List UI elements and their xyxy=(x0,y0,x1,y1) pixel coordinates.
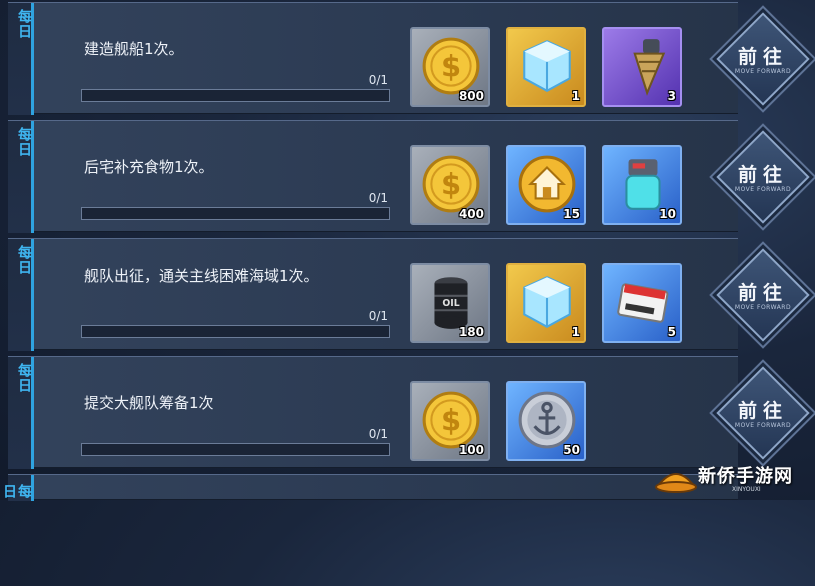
progress-bar xyxy=(81,207,390,220)
reward-item[interactable]: 50 xyxy=(506,381,586,461)
reward-item[interactable]: $ 400 xyxy=(410,145,490,225)
go-button[interactable]: 前往 MOVE FORWARD xyxy=(706,240,814,348)
daily-tag: 每日 xyxy=(8,357,34,469)
watermark-logo: 新侨手游网 XINYOUXI xyxy=(652,460,815,500)
home-icon xyxy=(518,155,576,213)
anchor-medal-icon xyxy=(518,391,576,449)
reward-item[interactable]: 15 xyxy=(506,145,586,225)
task-card: 每日 xyxy=(1,474,738,501)
reward-item[interactable]: 1 xyxy=(506,263,586,343)
reward-item[interactable]: $ 100 xyxy=(410,381,490,461)
hat-icon xyxy=(655,473,697,493)
go-button[interactable]: 前往 MOVE FORWARD xyxy=(706,4,814,112)
watermark-text: 新侨手游网 xyxy=(698,466,793,487)
reward-quantity: 180 xyxy=(458,325,484,339)
task-row: 每日 建造舰船1次。 0/1 $ 800 1 3 前往 MOVE FORWARD xyxy=(0,2,815,115)
progress-bar xyxy=(81,89,390,102)
reward-quantity: 3 xyxy=(667,89,676,103)
gold-coin-icon: $ xyxy=(422,37,480,95)
ice-cube-icon xyxy=(523,276,571,328)
watermark-subtext: XINYOUXI xyxy=(732,486,761,493)
reward-item[interactable]: OIL 180 xyxy=(410,263,490,343)
daily-tag: 每日 xyxy=(8,239,34,351)
go-button[interactable]: 前往 MOVE FORWARD xyxy=(706,358,814,466)
daily-tag-label: 每日 xyxy=(16,363,32,393)
svg-text:$: $ xyxy=(441,403,461,437)
reward-item[interactable]: 3 xyxy=(602,27,682,107)
reward-quantity: 15 xyxy=(563,207,580,221)
svg-text:OIL: OIL xyxy=(442,298,459,309)
reward-quantity: 5 xyxy=(667,325,676,339)
reward-quantity: 10 xyxy=(659,207,676,221)
go-button-label: 前往 xyxy=(737,46,788,68)
reward-quantity: 400 xyxy=(458,207,484,221)
daily-tag-label: 每日 xyxy=(16,9,32,39)
progress-count: 0/1 xyxy=(368,309,388,323)
task-card: 每日 提交大舰队筹备1次 0/1 xyxy=(8,356,738,469)
task-description: 舰队出征，通关主线困难海域1次。 xyxy=(84,267,319,285)
go-button-label: 前往 xyxy=(737,164,788,186)
progress-bar xyxy=(81,325,390,338)
daily-tag-label: 每日 xyxy=(1,483,32,499)
task-description: 提交大舰队筹备1次 xyxy=(84,394,214,412)
task-row: 每日 后宅补充食物1次。 0/1 $ 400 15 10 前往 MOVE FOR… xyxy=(0,120,815,233)
go-button-sublabel: MOVE FORWARD xyxy=(734,304,792,311)
daily-tag: 每日 xyxy=(8,3,34,115)
go-button-label: 前往 xyxy=(737,400,788,422)
progress-count: 0/1 xyxy=(368,427,388,441)
daily-tag: 每日 xyxy=(8,121,34,233)
reward-item[interactable]: 5 xyxy=(602,263,682,343)
go-button-sublabel: MOVE FORWARD xyxy=(734,68,792,75)
progress-bar xyxy=(81,443,390,456)
reward-item[interactable]: 10 xyxy=(602,145,682,225)
gold-coin-icon: $ xyxy=(422,155,480,213)
reward-quantity: 50 xyxy=(563,443,580,457)
reward-item[interactable]: $ 800 xyxy=(410,27,490,107)
daily-tag: 每日 xyxy=(1,475,34,501)
progress-count: 0/1 xyxy=(368,191,388,205)
oil-barrel-icon: OIL xyxy=(434,277,468,329)
reward-quantity: 100 xyxy=(458,443,484,457)
go-button-label: 前往 xyxy=(737,282,788,304)
svg-text:$: $ xyxy=(441,49,461,83)
drill-icon xyxy=(633,39,666,96)
daily-tag-label: 每日 xyxy=(16,245,32,275)
go-button-sublabel: MOVE FORWARD xyxy=(734,422,792,429)
core-data-icon xyxy=(617,283,669,323)
task-description: 后宅补充食物1次。 xyxy=(84,158,214,176)
task-row: 每日 舰队出征，通关主线困难海域1次。 0/1 OIL 180 1 5 前往 M… xyxy=(0,238,815,351)
task-description: 建造舰船1次。 xyxy=(84,40,184,58)
reward-quantity: 1 xyxy=(571,89,580,103)
svg-text:$: $ xyxy=(441,167,461,201)
progress-count: 0/1 xyxy=(368,73,388,87)
go-button-sublabel: MOVE FORWARD xyxy=(734,186,792,193)
ice-cube-icon xyxy=(523,40,571,92)
reward-quantity: 1 xyxy=(571,325,580,339)
go-button[interactable]: 前往 MOVE FORWARD xyxy=(706,122,814,230)
gold-coin-icon: $ xyxy=(422,391,480,449)
canister-icon xyxy=(625,159,661,210)
task-row: 每日 提交大舰队筹备1次 0/1 $ 100 50 前往 MOVE FORWAR… xyxy=(0,356,815,469)
reward-quantity: 800 xyxy=(458,89,484,103)
daily-tag-label: 每日 xyxy=(16,127,32,157)
reward-item[interactable]: 1 xyxy=(506,27,586,107)
